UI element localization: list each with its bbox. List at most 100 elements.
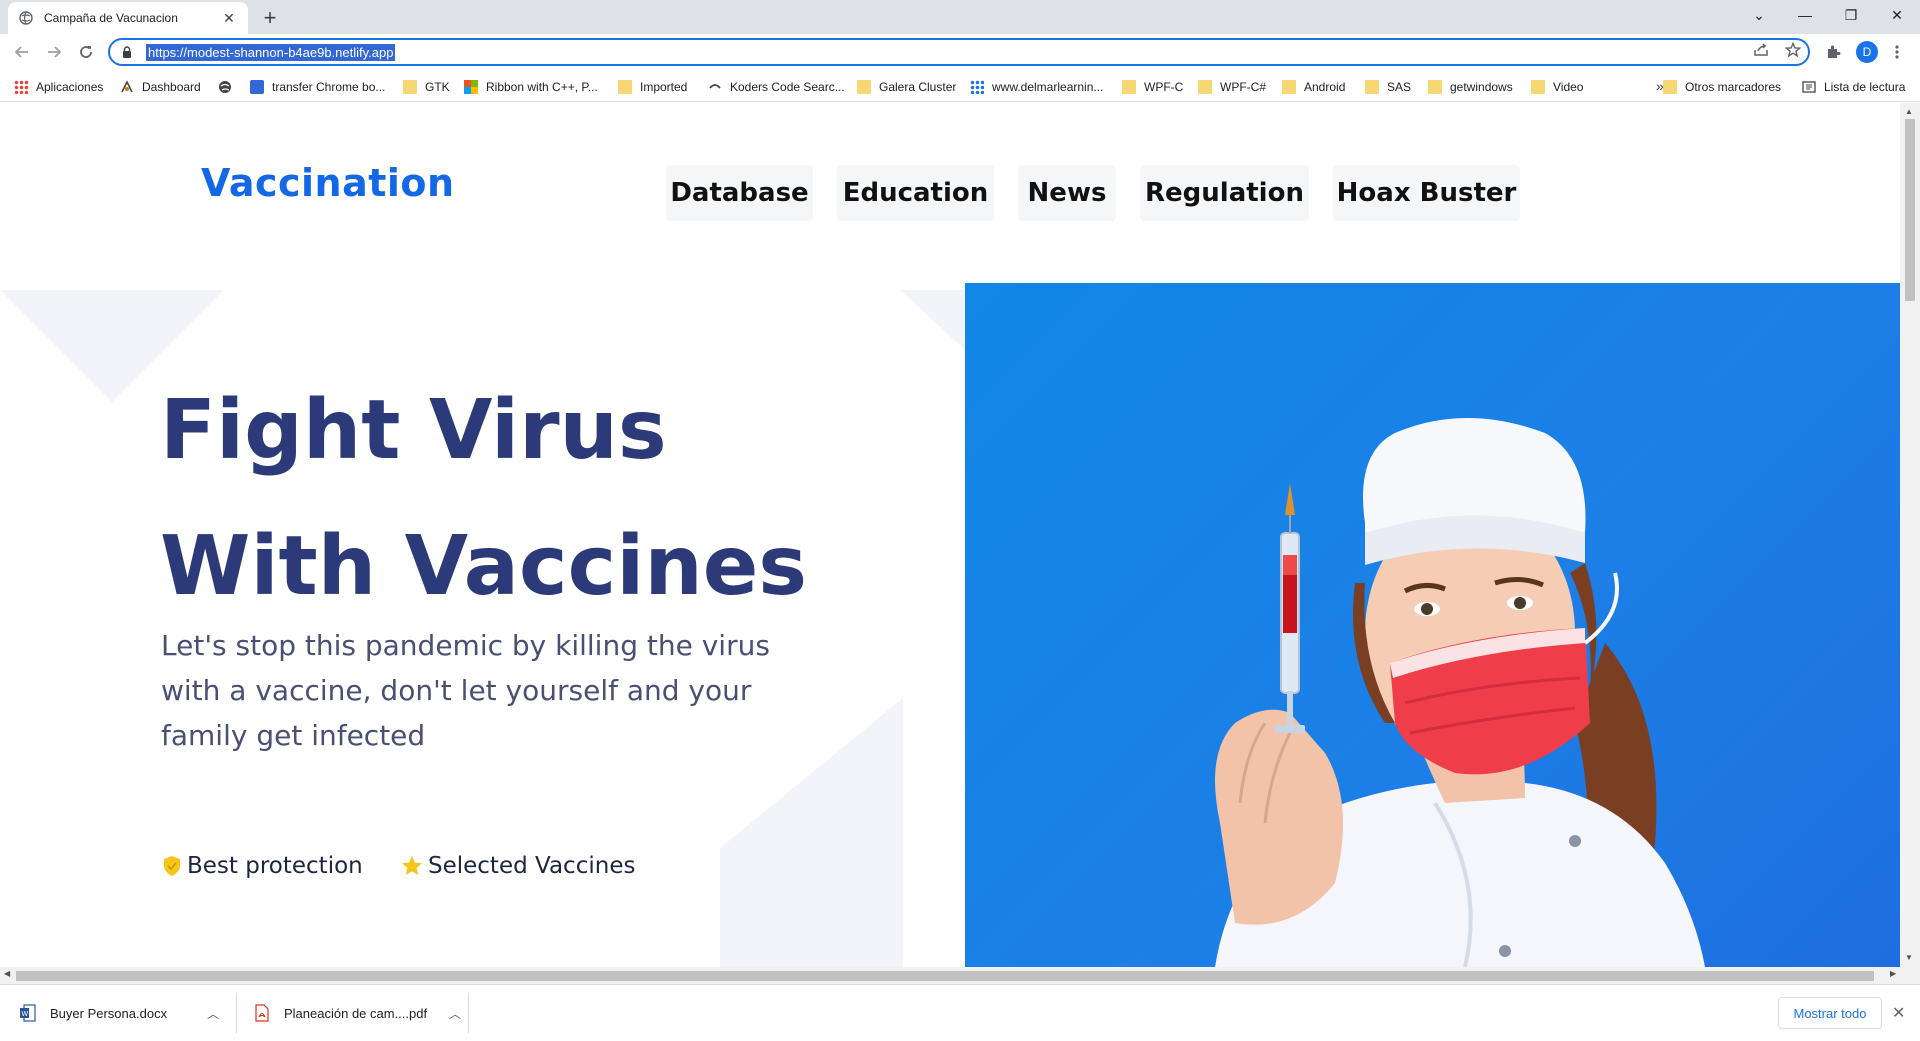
folder-icon <box>1531 80 1545 94</box>
bookmark-delmar[interactable]: www.delmarlearnin... <box>970 78 1103 96</box>
vertical-scrollbar[interactable]: ▲ ▼ <box>1900 103 1920 967</box>
forward-arrow-icon <box>48 46 62 58</box>
decor-triangle-top <box>900 290 965 350</box>
close-download-bar-icon[interactable]: ✕ <box>1892 1003 1905 1023</box>
transfer-icon <box>250 80 264 94</box>
folder-icon <box>1663 80 1677 94</box>
horizontal-scrollbar[interactable]: ◀ ▶ <box>0 967 1920 984</box>
chevron-up-icon[interactable]: ︿ <box>207 1005 219 1022</box>
new-tab-button[interactable]: + <box>258 5 282 30</box>
minimize-button[interactable]: — <box>1782 0 1828 30</box>
folder-icon <box>1122 80 1136 94</box>
share-icon[interactable] <box>1751 40 1771 60</box>
scroll-up-icon[interactable]: ▲ <box>1905 107 1913 116</box>
download-item-docx[interactable]: W Buyer Persona.docx ︿ <box>20 985 219 1041</box>
hero-title-line1: Fight Virus <box>160 383 667 478</box>
bookmark-gtk[interactable]: GTK <box>403 78 450 96</box>
reload-button[interactable] <box>74 40 98 64</box>
bookmark-galera[interactable]: Galera Cluster <box>857 78 956 96</box>
bookmark-sas[interactable]: SAS <box>1365 78 1411 96</box>
profile-avatar[interactable]: D <box>1856 41 1878 63</box>
folder-icon <box>1282 80 1296 94</box>
nurse-illustration <box>1215 418 1705 967</box>
bookmark-star-icon[interactable] <box>1783 40 1803 60</box>
reload-icon <box>80 46 92 58</box>
download-divider <box>236 993 237 1033</box>
download-divider <box>468 993 469 1033</box>
globe-icon <box>18 10 34 26</box>
nav-education[interactable]: Education <box>837 165 994 221</box>
hero-title-line2: With Vaccines <box>160 519 808 614</box>
nav-regulation[interactable]: Regulation <box>1140 165 1309 221</box>
bookmark-getwindows[interactable]: getwindows <box>1428 78 1513 96</box>
nav-database[interactable]: Database <box>666 165 813 221</box>
word-doc-icon: W <box>20 1004 36 1022</box>
folder-icon <box>1198 80 1212 94</box>
back-arrow-icon <box>14 46 28 58</box>
horizontal-scroll-thumb[interactable] <box>16 971 1874 981</box>
scroll-down-icon[interactable]: ▼ <box>1905 953 1913 962</box>
bookmarks-bar: Aplicaciones Dashboard transfer Chrome b… <box>0 70 1920 102</box>
tab-search-icon[interactable]: ⌄ <box>1736 0 1782 30</box>
windows-icon <box>464 80 478 94</box>
delmar-icon <box>970 80 984 94</box>
tab-strip: Campaña de Vacunacion ✕ + ⌄ — ❐ ✕ <box>0 0 1920 34</box>
restore-button[interactable]: ❐ <box>1828 0 1874 30</box>
dashboard-icon <box>120 80 134 94</box>
download-bar: W Buyer Persona.docx ︿ Planeación de cam… <box>0 984 1920 1040</box>
bookmark-imported[interactable]: Imported <box>618 78 687 96</box>
folder-icon <box>1428 80 1442 94</box>
nav-hoax-buster[interactable]: Hoax Buster <box>1333 165 1520 221</box>
shield-icon <box>161 854 183 878</box>
site-logo[interactable]: Vaccination <box>201 161 455 205</box>
scroll-right-icon[interactable]: ▶ <box>1890 969 1896 978</box>
bookmark-wpf-c[interactable]: WPF-C <box>1122 78 1183 96</box>
close-tab-icon[interactable]: ✕ <box>220 9 238 27</box>
svg-text:W: W <box>22 1011 29 1018</box>
menu-kebab-icon[interactable] <box>1886 41 1908 63</box>
download-item-pdf[interactable]: Planeación de cam....pdf ︿ <box>254 985 461 1041</box>
extensions-puzzle-icon[interactable] <box>1822 41 1844 63</box>
folder-icon <box>857 80 871 94</box>
lock-icon <box>122 46 136 58</box>
apps-grid-icon <box>14 80 28 94</box>
bookmark-ribbon[interactable]: Ribbon with C++, P... <box>464 78 598 96</box>
browser-toolbar: https://modest-shannon-b4ae9b.netlify.ap… <box>0 34 1920 70</box>
hero-subtitle: Let's stop this pandemic by killing the … <box>161 629 770 752</box>
tab-title: Campaña de Vacunacion <box>44 11 178 25</box>
other-bookmarks[interactable]: Otros marcadores <box>1663 78 1781 96</box>
bookmark-transfer[interactable]: transfer Chrome bo... <box>250 78 385 96</box>
reading-list[interactable]: Lista de lectura <box>1802 78 1905 96</box>
browser-tab[interactable]: Campaña de Vacunacion ✕ <box>8 2 248 34</box>
feature-best-protection: Best protection <box>161 853 363 879</box>
nav-news[interactable]: News <box>1018 165 1116 221</box>
forward-button[interactable] <box>42 40 66 64</box>
address-bar[interactable]: https://modest-shannon-b4ae9b.netlify.ap… <box>108 38 1810 66</box>
back-button[interactable] <box>10 40 34 64</box>
bookmark-wpf-csharp[interactable]: WPF-C# <box>1198 78 1266 96</box>
koders-icon <box>708 80 722 94</box>
chevron-up-icon[interactable]: ︿ <box>449 1005 461 1022</box>
star-icon <box>400 854 424 878</box>
bookmark-globe[interactable] <box>218 78 240 96</box>
globe-icon <box>218 80 232 94</box>
web-page: Vaccination Database Education News Regu… <box>0 103 1900 967</box>
folder-icon <box>1365 80 1379 94</box>
scroll-left-icon[interactable]: ◀ <box>4 969 10 978</box>
pdf-icon <box>254 1004 270 1022</box>
bookmark-dashboard[interactable]: Dashboard <box>120 78 201 96</box>
reading-list-icon <box>1802 80 1816 94</box>
bookmark-apps[interactable]: Aplicaciones <box>14 78 103 96</box>
hero-title: Fight Virus With Vaccines <box>160 363 807 635</box>
folder-icon <box>618 80 632 94</box>
close-window-button[interactable]: ✕ <box>1874 0 1920 30</box>
show-all-downloads-button[interactable]: Mostrar todo <box>1778 997 1882 1029</box>
vertical-scroll-thumb[interactable] <box>1905 119 1915 301</box>
bookmark-android[interactable]: Android <box>1282 78 1345 96</box>
bookmark-koders[interactable]: Koders Code Searc... <box>708 78 845 96</box>
feature-selected-vaccines: Selected Vaccines <box>400 853 635 879</box>
url-text: https://modest-shannon-b4ae9b.netlify.ap… <box>146 43 396 61</box>
hero-image <box>965 283 1900 967</box>
bookmark-video[interactable]: Video <box>1531 78 1583 96</box>
folder-icon <box>403 80 417 94</box>
